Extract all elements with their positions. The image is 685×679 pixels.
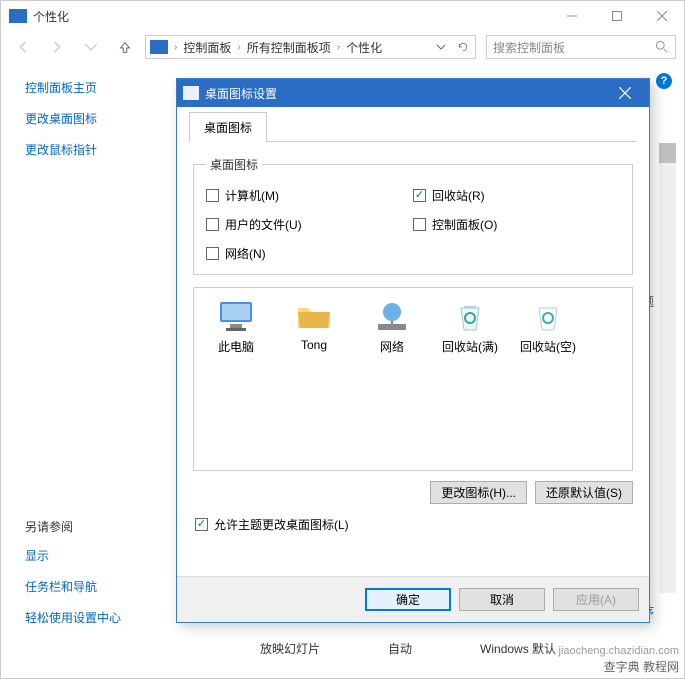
folder-icon <box>294 298 334 334</box>
checkbox-computer[interactable]: 计算机(M) <box>206 187 413 204</box>
watermark-url: jiaocheng.chazidian.com <box>559 645 679 657</box>
network-icon <box>372 298 412 334</box>
back-button[interactable] <box>9 34 37 60</box>
sidebar-change-icons[interactable]: 更改桌面图标 <box>25 110 176 127</box>
change-icon-button[interactable]: 更改图标(H)... <box>430 481 527 504</box>
sidebar-change-cursor[interactable]: 更改鼠标指针 <box>25 141 176 158</box>
search-icon <box>655 40 669 54</box>
checkbox-label: 计算机(M) <box>225 187 279 204</box>
window-title: 个性化 <box>33 8 549 25</box>
dialog-icon <box>183 86 199 100</box>
icon-label: Tong <box>301 338 327 352</box>
icon-this-pc[interactable]: 此电脑 <box>200 298 272 355</box>
checkbox-label: 允许主题更改桌面图标(L) <box>214 516 349 533</box>
tab-desktop-icons[interactable]: 桌面图标 <box>189 112 267 142</box>
breadcrumb-item[interactable]: 控制面板 <box>181 39 233 56</box>
address-bar[interactable]: › 控制面板 › 所有控制面板项 › 个性化 <box>145 35 476 59</box>
checkbox-recycle[interactable]: 回收站(R) <box>413 187 620 204</box>
chevron-right-icon: › <box>174 42 177 53</box>
icon-label: 此电脑 <box>218 338 254 355</box>
computer-icon <box>216 298 256 334</box>
sidebar-home[interactable]: 控制面板主页 <box>25 79 176 96</box>
icon-label: 回收站(满) <box>442 338 498 355</box>
sidebar: 控制面板主页 更改桌面图标 更改鼠标指针 另请参阅 显示 任务栏和导航 轻松使用… <box>1 63 176 678</box>
cancel-button[interactable]: 取消 <box>459 588 545 611</box>
icon-recycle-full[interactable]: 回收站(满) <box>434 298 506 355</box>
desktop-icon-settings-dialog: 桌面图标设置 桌面图标 桌面图标 计算机(M) 回收站(R) 用户的文件(U) … <box>176 78 650 623</box>
scrollbar[interactable] <box>659 143 676 593</box>
maximize-button[interactable] <box>594 1 639 31</box>
icon-label: 网络 <box>380 338 404 355</box>
address-dropdown-icon[interactable] <box>431 41 451 53</box>
icon-network[interactable]: 网络 <box>356 298 428 355</box>
titlebar: 个性化 <box>1 1 684 31</box>
dialog-close-button[interactable] <box>607 81 643 105</box>
search-placeholder: 搜索控制面板 <box>493 39 655 56</box>
restore-default-button[interactable]: 还原默认值(S) <box>535 481 633 504</box>
sidebar-ease[interactable]: 轻松使用设置中心 <box>25 609 176 626</box>
scrollbar-thumb[interactable] <box>659 143 676 163</box>
checkbox-label: 控制面板(O) <box>432 216 497 233</box>
recycle-empty-icon <box>528 298 568 334</box>
checkbox-label: 回收站(R) <box>432 187 485 204</box>
desktop-icons-fieldset: 桌面图标 计算机(M) 回收站(R) 用户的文件(U) 控制面板(O) 网络(N… <box>193 156 633 275</box>
apply-button[interactable]: 应用(A) <box>553 588 639 611</box>
checkbox-label: 用户的文件(U) <box>225 216 302 233</box>
navbar: › 控制面板 › 所有控制面板项 › 个性化 搜索控制面板 <box>1 31 684 63</box>
checkbox-allow-themes[interactable]: 允许主题更改桌面图标(L) <box>195 516 637 533</box>
dialog-body: 桌面图标 桌面图标 计算机(M) 回收站(R) 用户的文件(U) 控制面板(O)… <box>177 107 649 576</box>
dialog-titlebar[interactable]: 桌面图标设置 <box>177 79 649 107</box>
search-input[interactable]: 搜索控制面板 <box>486 35 676 59</box>
chevron-right-icon: › <box>237 42 240 53</box>
minimize-button[interactable] <box>549 1 594 31</box>
dialog-title: 桌面图标设置 <box>205 85 607 102</box>
category-labels: 放映幻灯片 自动 Windows 默认 <box>260 640 556 657</box>
fieldset-legend: 桌面图标 <box>206 156 262 173</box>
cat-label: 自动 <box>388 640 412 657</box>
app-icon <box>9 9 27 23</box>
location-icon <box>150 40 168 54</box>
checkbox-network[interactable]: 网络(N) <box>206 245 413 262</box>
checkbox-label: 网络(N) <box>225 245 266 262</box>
checkbox-userfiles[interactable]: 用户的文件(U) <box>206 216 413 233</box>
cat-label: 放映幻灯片 <box>260 640 320 657</box>
chevron-right-icon: › <box>337 42 340 53</box>
ok-button[interactable]: 确定 <box>365 588 451 611</box>
dialog-footer: 确定 取消 应用(A) <box>177 576 649 622</box>
checkbox-controlpanel[interactable]: 控制面板(O) <box>413 216 620 233</box>
tab-strip: 桌面图标 <box>189 111 637 142</box>
cat-label: Windows 默认 <box>480 640 556 657</box>
watermark: 查字典 教程网 <box>604 658 679 675</box>
forward-button[interactable] <box>43 34 71 60</box>
icon-user-folder[interactable]: Tong <box>278 298 350 355</box>
icon-recycle-empty[interactable]: 回收站(空) <box>512 298 584 355</box>
sidebar-taskbar[interactable]: 任务栏和导航 <box>25 578 176 595</box>
up-button[interactable] <box>111 34 139 60</box>
recycle-full-icon <box>450 298 490 334</box>
recent-dropdown-icon[interactable] <box>77 34 105 60</box>
breadcrumb-item[interactable]: 个性化 <box>344 39 384 56</box>
icon-preview-box: 此电脑 Tong 网络 回收站(满) 回收站(空) <box>193 287 633 471</box>
refresh-button[interactable] <box>453 41 473 53</box>
icon-label: 回收站(空) <box>520 338 576 355</box>
see-also-heading: 另请参阅 <box>25 518 176 535</box>
close-button[interactable] <box>639 1 684 31</box>
breadcrumb-item[interactable]: 所有控制面板项 <box>245 39 333 56</box>
sidebar-display[interactable]: 显示 <box>25 547 176 564</box>
